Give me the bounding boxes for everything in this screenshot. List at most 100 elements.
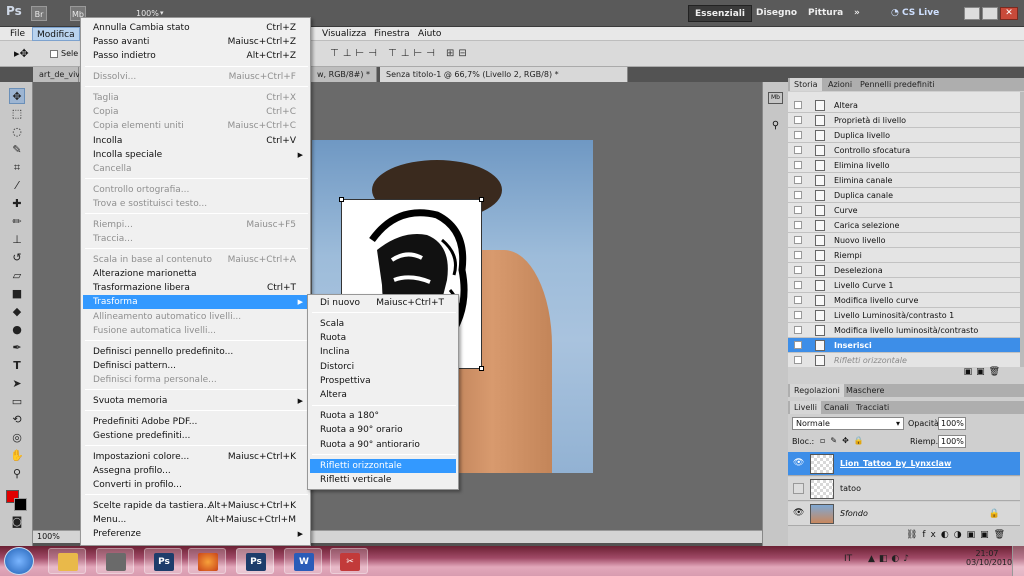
history-item[interactable]: Deseleziona bbox=[788, 263, 1020, 278]
menu-item-incolla-speciale[interactable]: Incolla speciale ▶ bbox=[83, 148, 308, 162]
shape-tool-icon[interactable]: ▭ bbox=[9, 394, 25, 410]
menu-item-svuota-memoria[interactable]: Svuota memoria ▶ bbox=[83, 394, 308, 408]
menu-item-ruota[interactable]: Ruota bbox=[310, 331, 456, 345]
tab-maschere[interactable]: Maschere bbox=[842, 384, 888, 397]
history-snapshot-checkbox[interactable] bbox=[794, 176, 802, 184]
clone-stamp-icon[interactable]: ⊥ bbox=[9, 232, 25, 248]
taskbar-item[interactable] bbox=[96, 548, 134, 574]
history-item[interactable]: Modifica livello luminosità/contrasto bbox=[788, 323, 1020, 338]
menu-item-assegna-profilo[interactable]: Assegna profilo... bbox=[83, 464, 308, 478]
history-snapshot-checkbox[interactable] bbox=[794, 146, 802, 154]
menu-item-gestione-predefiniti[interactable]: Gestione predefiniti... bbox=[83, 429, 308, 443]
opacity-input[interactable]: 100% bbox=[938, 417, 966, 430]
start-button[interactable] bbox=[4, 547, 34, 575]
menu-item-annulla-cambia-stato[interactable]: Annulla Cambia stato Ctrl+Z bbox=[83, 21, 308, 35]
layers-footer-icons[interactable]: ⛓fx◐◑▣▣🗑 bbox=[788, 530, 1024, 544]
type-tool-icon[interactable]: T bbox=[9, 358, 25, 374]
menu-item-rifletti-verticale[interactable]: Rifletti verticale bbox=[310, 473, 456, 487]
menu-item-trasforma[interactable]: Trasforma ▶ bbox=[83, 295, 308, 310]
history-item[interactable]: Proprietà di livello bbox=[788, 113, 1020, 128]
menu-modifica[interactable]: Modifica bbox=[32, 27, 80, 41]
history-item[interactable]: Rifletti orizzontale bbox=[788, 353, 1020, 367]
language-indicator[interactable]: IT bbox=[844, 554, 852, 564]
maximize-button[interactable] bbox=[982, 7, 998, 20]
tab-regolazioni[interactable]: Regolazioni bbox=[790, 384, 844, 397]
history-snapshot-checkbox[interactable] bbox=[794, 296, 802, 304]
clock[interactable]: 21:07 03/10/2010 bbox=[966, 549, 1012, 567]
history-snapshot-checkbox[interactable] bbox=[794, 131, 802, 139]
tab-senza-titolo[interactable]: Senza titolo-1 @ 66,7% (Livello 2, RGB/8… bbox=[380, 67, 628, 82]
menu-item-menu[interactable]: Menu... Alt+Maiusc+Ctrl+M bbox=[83, 513, 308, 527]
menu-aiuto[interactable]: Aiuto bbox=[414, 27, 445, 41]
menu-item-definisci-pennello-predefinito[interactable]: Definisci pennello predefinito... bbox=[83, 345, 308, 359]
history-item[interactable]: Curve bbox=[788, 203, 1020, 218]
menu-item-impostazioni-colore[interactable]: Impostazioni colore... Maiusc+Ctrl+K bbox=[83, 450, 308, 464]
history-snapshot-checkbox[interactable] bbox=[794, 206, 802, 214]
eye-icon[interactable]: 👁 bbox=[793, 508, 804, 519]
history-snapshot-checkbox[interactable] bbox=[794, 191, 802, 199]
history-snapshot-checkbox[interactable] bbox=[794, 281, 802, 289]
menu-item-ruota-a-180[interactable]: Ruota a 180° bbox=[310, 409, 456, 423]
show-desktop-button[interactable] bbox=[1012, 546, 1024, 576]
tab-pennelli-predefiniti[interactable]: Pennelli predefiniti bbox=[856, 78, 939, 91]
history-snapshot-checkbox[interactable] bbox=[794, 116, 802, 124]
dodge-tool-icon[interactable]: ● bbox=[9, 322, 25, 338]
history-snapshot-checkbox[interactable] bbox=[794, 356, 802, 364]
move-tool-icon[interactable]: ▸✥ bbox=[14, 47, 29, 60]
workspace-pittura[interactable]: Pittura bbox=[802, 5, 849, 22]
history-snapshot-checkbox[interactable] bbox=[794, 101, 802, 109]
history-item[interactable]: Inserisci bbox=[788, 338, 1020, 353]
layer-row[interactable]: tatoo bbox=[788, 477, 1020, 501]
zoom-level[interactable]: 100% bbox=[37, 532, 60, 541]
zoom-tool-icon[interactable]: ⚲ bbox=[9, 466, 25, 482]
history-snapshot-checkbox[interactable] bbox=[794, 236, 802, 244]
history-item[interactable]: Duplica livello bbox=[788, 128, 1020, 143]
cs-live-button[interactable]: ◔ CS Live bbox=[885, 5, 945, 22]
menu-item-predefiniti-adobe-pdf[interactable]: Predefiniti Adobe PDF... bbox=[83, 415, 308, 429]
healing-brush-icon[interactable]: ✚ bbox=[9, 196, 25, 212]
menu-item-trasformazione-libera[interactable]: Trasformazione libera Ctrl+T bbox=[83, 281, 308, 295]
brush-tool-icon[interactable]: ✏ bbox=[9, 214, 25, 230]
more-workspaces-button[interactable]: » bbox=[848, 5, 866, 22]
menu-item-di-nuovo[interactable]: Di nuovo Maiusc+Ctrl+T bbox=[310, 296, 456, 310]
eye-hidden-icon[interactable] bbox=[793, 483, 804, 494]
blend-mode-select[interactable]: Normale ▾ bbox=[792, 417, 904, 430]
history-item[interactable]: Carica selezione bbox=[788, 218, 1020, 233]
minibridge-panel-icon[interactable]: Mb bbox=[768, 92, 783, 104]
menu-item-rifletti-orizzontale[interactable]: Rifletti orizzontale bbox=[310, 458, 456, 473]
menu-visualizza[interactable]: Visualizza bbox=[318, 27, 370, 41]
gradient-tool-icon[interactable]: ■ bbox=[9, 286, 25, 302]
history-item[interactable]: Elimina livello bbox=[788, 158, 1020, 173]
menu-item-converti-in-profilo[interactable]: Converti in profilo... bbox=[83, 478, 308, 492]
menu-item-alterazione-marionetta[interactable]: Alterazione marionetta bbox=[83, 267, 308, 281]
history-item[interactable]: Duplica canale bbox=[788, 188, 1020, 203]
menu-item-passo-avanti[interactable]: Passo avanti Maiusc+Ctrl+Z bbox=[83, 35, 308, 49]
marquee-tool-icon[interactable]: ⬚ bbox=[9, 106, 25, 122]
history-item[interactable]: Riempi bbox=[788, 248, 1020, 263]
history-brush-icon[interactable]: ↺ bbox=[9, 250, 25, 266]
tab-canali[interactable]: Canali bbox=[820, 401, 853, 414]
tray-icons[interactable]: ▲◧◐♪ bbox=[868, 554, 913, 564]
minimize-button[interactable] bbox=[964, 7, 980, 20]
tab-azioni[interactable]: Azioni bbox=[824, 78, 856, 91]
taskbar-firefox[interactable] bbox=[188, 548, 226, 574]
menu-item-prospettiva[interactable]: Prospettiva bbox=[310, 374, 456, 388]
auto-select-checkbox[interactable] bbox=[50, 50, 58, 58]
taskbar-explorer[interactable] bbox=[48, 548, 86, 574]
menu-item-altera[interactable]: Altera bbox=[310, 388, 456, 402]
align-icons[interactable]: ⊤⊥⊢⊣ ⊤⊥⊢⊣ ⊞⊟ bbox=[330, 48, 471, 59]
pen-tool-icon[interactable]: ✒ bbox=[9, 340, 25, 356]
transform-handle[interactable] bbox=[339, 197, 344, 202]
tab-art-de-viv[interactable]: art_de_viv bbox=[33, 67, 80, 82]
blur-tool-icon[interactable]: ◆ bbox=[9, 304, 25, 320]
history-item[interactable]: Nuovo livello bbox=[788, 233, 1020, 248]
workspace-essenziali[interactable]: Essenziali bbox=[688, 5, 752, 22]
menu-item-ruota-a-90-antiorario[interactable]: Ruota a 90° antiorario bbox=[310, 438, 456, 452]
menu-item-scelte-rapide-da-tastiera[interactable]: Scelte rapide da tastiera... Alt+Maiusc+C… bbox=[83, 499, 308, 513]
transform-handle[interactable] bbox=[479, 197, 484, 202]
lasso-tool-icon[interactable]: ◌ bbox=[9, 124, 25, 140]
usb-panel-icon[interactable]: ⚲ bbox=[768, 120, 783, 132]
menu-item-preferenze[interactable]: Preferenze ▶ bbox=[83, 527, 308, 541]
path-select-icon[interactable]: ➤ bbox=[9, 376, 25, 392]
history-snapshot-checkbox[interactable] bbox=[794, 251, 802, 259]
